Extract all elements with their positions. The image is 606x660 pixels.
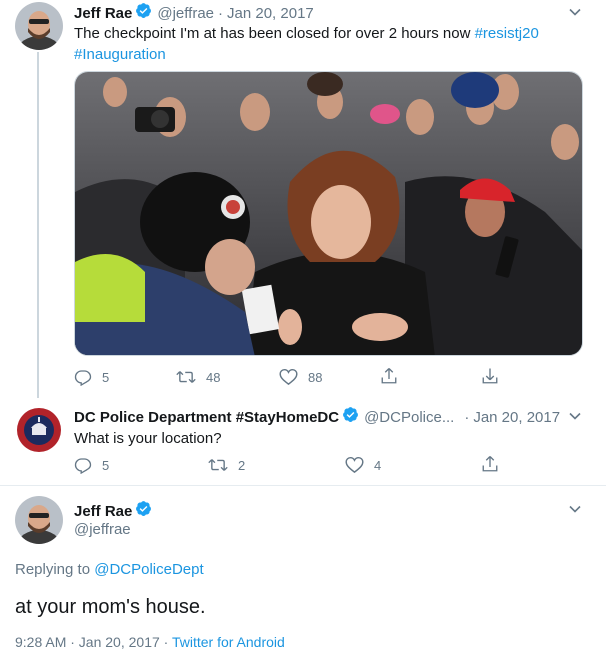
avatar[interactable]	[15, 406, 63, 454]
tweet-date[interactable]: Jan 20, 2017	[473, 409, 560, 426]
avatar[interactable]	[15, 496, 63, 544]
like-count: 4	[374, 457, 382, 473]
author-handle[interactable]: @jeffrae	[74, 521, 131, 538]
like-button[interactable]: 88	[279, 368, 322, 386]
tweet-body: The checkpoint I'm at has been closed fo…	[74, 25, 471, 42]
verified-icon	[342, 406, 359, 428]
like-icon	[279, 368, 298, 386]
reply-icon	[74, 456, 92, 474]
chevron-down-icon[interactable]	[568, 502, 582, 521]
separator: ·	[464, 408, 470, 426]
author-handle[interactable]: @DCPolice...	[364, 409, 454, 426]
replying-to: Replying to @DCPoliceDept	[15, 561, 204, 578]
retweet-count: 2	[238, 457, 246, 473]
reply-count: 5	[102, 457, 110, 473]
tweet-text: The checkpoint I'm at has been closed fo…	[74, 23, 584, 65]
tweet-body: at your mom's house.	[15, 596, 206, 618]
chevron-down-icon[interactable]	[568, 409, 582, 428]
tweet-date[interactable]: Jan 20, 2017	[227, 5, 314, 22]
tweet-time[interactable]: 9:28 AM · Jan 20, 2017	[15, 634, 160, 650]
tweet-photo[interactable]	[74, 71, 583, 356]
like-count: 88	[308, 369, 323, 385]
like-button[interactable]: 4	[345, 456, 381, 474]
client-link[interactable]: Twitter for Android	[172, 634, 285, 650]
tweet-body: What is your location?	[74, 430, 222, 447]
replying-prefix: Replying to	[15, 561, 91, 578]
author-name[interactable]: Jeff Rae	[74, 5, 132, 22]
retweet-button[interactable]: 48	[176, 368, 220, 386]
share-icon[interactable]	[481, 455, 499, 478]
reply-icon	[74, 368, 92, 386]
chevron-down-icon[interactable]	[568, 5, 582, 24]
like-icon	[345, 456, 364, 474]
hashtag-link[interactable]: #resistj20	[475, 25, 539, 42]
avatar[interactable]	[15, 2, 63, 50]
thread-connector	[37, 52, 39, 398]
separator: ·	[163, 634, 169, 650]
retweet-count: 48	[206, 369, 221, 385]
retweet-icon	[208, 456, 228, 474]
author-name[interactable]: DC Police Department #StayHomeDC	[74, 409, 339, 426]
replying-handle-link[interactable]: @DCPoliceDept	[94, 561, 203, 578]
reply-button[interactable]: 5	[74, 456, 109, 474]
reply-count: 5	[102, 369, 110, 385]
author-handle[interactable]: @jeffrae	[157, 5, 214, 22]
divider	[0, 485, 606, 486]
retweet-icon	[176, 368, 196, 386]
tweet-meta: 9:28 AM · Jan 20, 2017 · Twitter for And…	[15, 634, 285, 650]
download-icon[interactable]	[481, 367, 499, 390]
verified-icon	[135, 500, 152, 522]
separator: ·	[218, 4, 224, 22]
hashtag-link[interactable]: #Inauguration	[74, 46, 166, 63]
author-name[interactable]: Jeff Rae	[74, 503, 132, 520]
retweet-button[interactable]: 2	[208, 456, 245, 474]
reply-button[interactable]: 5	[74, 368, 109, 386]
share-icon[interactable]	[380, 367, 398, 390]
verified-icon	[135, 2, 152, 24]
